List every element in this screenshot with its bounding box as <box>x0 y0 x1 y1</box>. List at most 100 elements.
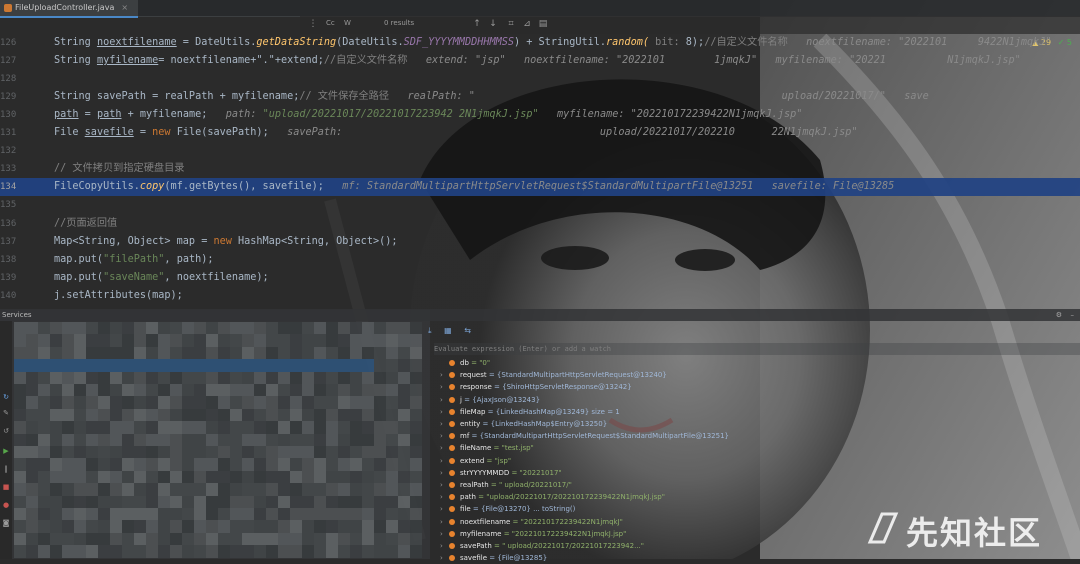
code-line[interactable]: 133 // 文件拷贝到指定硬盘目录 <box>0 160 1080 178</box>
breakpoints-icon[interactable]: ● <box>2 501 10 509</box>
code-line[interactable]: 126 String noextfilename = DateUtils.getD… <box>0 34 1080 52</box>
blur-block <box>194 495 206 508</box>
blur-block <box>266 446 278 459</box>
variable-row[interactable]: › path = "upload/20221017/202210172239422… <box>434 491 1080 503</box>
expand-arrow-icon[interactable]: › <box>440 455 443 467</box>
code-token: map.put( <box>54 253 104 265</box>
expand-arrow-icon[interactable]: › <box>440 369 443 381</box>
whole-words-toggle[interactable]: W <box>344 19 351 27</box>
stop-icon[interactable]: ■ <box>2 483 10 491</box>
current-execution-line[interactable]: 134 FileCopyUtils.copy(mf.getBytes(), sav… <box>0 178 1080 197</box>
code-line[interactable]: 136 //页面返回值 <box>0 215 1080 233</box>
expand-arrow-icon[interactable]: › <box>440 467 443 479</box>
restore-layout-icon[interactable]: ⇆ <box>464 326 471 335</box>
variable-row[interactable]: › mf = {StandardMultipartHttpServletReque… <box>434 430 1080 442</box>
blur-block <box>134 495 146 508</box>
expand-arrow-icon[interactable]: › <box>440 528 443 540</box>
expand-arrow-icon[interactable]: › <box>440 552 443 564</box>
expand-arrow-icon[interactable]: › <box>440 394 443 406</box>
blur-block <box>386 532 398 546</box>
code-token: myfilename: "202210172239422N1jmqkJ.jsp" <box>538 109 803 121</box>
blur-block <box>14 458 26 471</box>
expand-arrow-icon[interactable]: › <box>440 442 443 454</box>
regex-toggle-icon[interactable]: ⋮ <box>308 19 318 29</box>
expand-arrow-icon[interactable]: › <box>440 479 443 491</box>
expand-arrow-icon[interactable]: › <box>440 406 443 418</box>
find-in-selection-icon[interactable]: ▤ <box>538 19 548 29</box>
blur-block <box>182 458 194 471</box>
minimize-icon[interactable]: – <box>1071 309 1075 321</box>
expand-arrow-icon[interactable]: › <box>440 491 443 503</box>
variable-row[interactable]: db = "0" <box>434 357 1080 369</box>
code-line[interactable]: 128 <box>0 70 1080 88</box>
prev-occurrence-icon[interactable]: ↑ <box>472 19 482 29</box>
blur-block <box>410 458 422 471</box>
expand-arrow-icon[interactable]: › <box>440 516 443 528</box>
code-editor[interactable]: 126 String noextfilename = DateUtils.getD… <box>0 34 1080 306</box>
variable-row[interactable]: › realPath = " upload/20221017/" <box>434 479 1080 491</box>
variable-value: = {File@13270} ... toString() <box>470 505 576 514</box>
code-token: // 文件保存全路径 <box>299 91 408 103</box>
blur-block <box>194 384 206 397</box>
variable-row[interactable]: › extend = "jsp" <box>434 455 1080 467</box>
match-case-toggle[interactable]: Cc <box>326 19 335 27</box>
expand-arrow-icon[interactable]: › <box>440 381 443 393</box>
code-line[interactable]: 137 Map<String, Object> map = new HashMap… <box>0 233 1080 251</box>
code-line[interactable]: 132 <box>0 142 1080 160</box>
blur-block <box>338 408 350 422</box>
blur-block <box>242 433 254 446</box>
step-into-icon[interactable]: ⤓ <box>428 326 432 335</box>
blur-block <box>374 371 386 384</box>
code-line[interactable]: 130 path = path + myfilename; path: "uplo… <box>0 106 1080 124</box>
blur-block <box>218 458 230 471</box>
code-line[interactable]: 129 String savePath = realPath + myfilena… <box>0 88 1080 106</box>
close-tab-icon[interactable]: × <box>121 1 128 15</box>
refresh-icon[interactable]: ↺ <box>2 427 10 435</box>
rerun-icon[interactable]: ↻ <box>2 393 10 401</box>
blur-block <box>362 532 374 546</box>
expand-arrow-icon[interactable]: › <box>440 540 443 552</box>
variable-value: = "jsp" <box>484 456 512 465</box>
blur-block <box>74 458 86 471</box>
blur-block <box>146 495 158 508</box>
blur-block <box>290 433 302 446</box>
variable-name: response <box>460 383 492 392</box>
settings-icon[interactable]: ⚙ <box>1056 309 1062 321</box>
resume-icon[interactable]: ▶ <box>2 447 10 455</box>
expand-arrow-icon[interactable]: › <box>440 418 443 430</box>
expand-arrow-icon[interactable]: › <box>440 503 443 515</box>
variable-row[interactable]: › strYYYYMMDD = "20221017" <box>434 467 1080 479</box>
variable-row[interactable]: › j = {AjaxJson@13243} <box>434 394 1080 406</box>
code-line[interactable]: 139 map.put("saveName", noextfilename); <box>0 269 1080 287</box>
wrench-icon[interactable]: ✎ <box>2 409 10 417</box>
camera-icon[interactable]: ◙ <box>2 519 10 527</box>
blur-block <box>350 346 362 360</box>
variable-row[interactable]: › fileName = "test.jsp" <box>434 442 1080 454</box>
blur-block <box>410 520 422 533</box>
pause-icon[interactable]: ‖ <box>2 465 10 473</box>
code-line[interactable]: 127 String myfilename= noextfilename+"."+… <box>0 52 1080 70</box>
variable-row[interactable]: › entity = {LinkedHashMap$Entry@13250} <box>434 418 1080 430</box>
variable-row[interactable]: › response = {ShiroHttpServletResponse@13… <box>434 381 1080 393</box>
code-line[interactable]: 131 File savefile = new File(savePath); s… <box>0 124 1080 142</box>
filter-icon[interactable]: ⊿ <box>522 19 532 29</box>
blur-block <box>350 470 362 484</box>
select-all-occurrences-icon[interactable]: ⌗ <box>506 19 516 29</box>
blur-block <box>62 396 74 409</box>
expand-arrow-icon[interactable]: › <box>440 430 443 442</box>
variable-row[interactable]: › fileMap = {LinkedHashMap@13249} size = … <box>434 406 1080 418</box>
blur-block <box>362 384 374 397</box>
evaluate-expression-field[interactable]: Evaluate expression (Enter) or add a wat… <box>434 343 1080 355</box>
blur-block <box>350 359 362 372</box>
code-line[interactable]: 140 j.setAttributes(map); <box>0 287 1080 305</box>
next-occurrence-icon[interactable]: ↓ <box>488 19 498 29</box>
code-line[interactable]: 138 map.put("filePath", path); <box>0 251 1080 269</box>
line-number: 138 <box>0 254 17 265</box>
variable-row[interactable]: › request = {StandardMultipartHttpServlet… <box>434 369 1080 381</box>
blur-block <box>206 384 218 397</box>
tab-file-upload-controller[interactable]: FileUploadController.java × <box>0 0 139 18</box>
blur-block <box>326 520 338 533</box>
code-line[interactable]: 135 <box>0 196 1080 214</box>
evaluate-icon[interactable]: ▦ <box>444 326 452 335</box>
blur-block <box>62 359 74 372</box>
